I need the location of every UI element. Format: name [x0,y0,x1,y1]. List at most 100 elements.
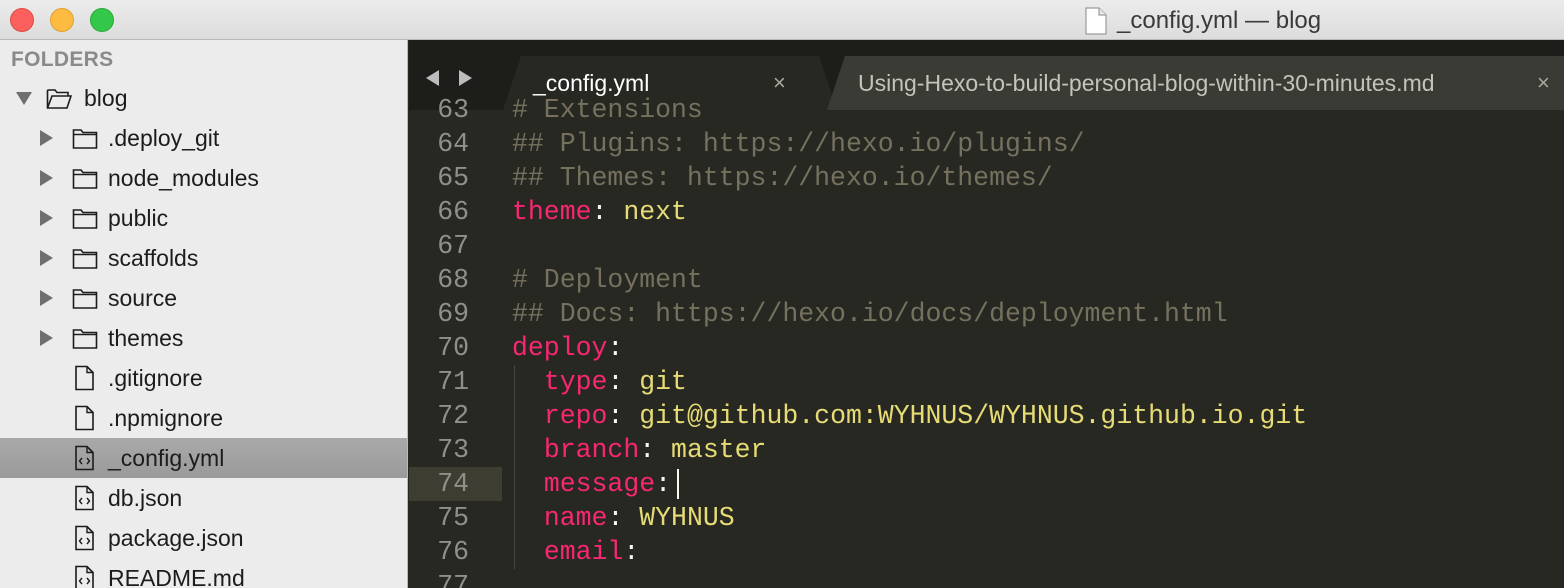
line-number: 74 [437,469,469,499]
token-key: deploy [512,333,608,363]
code-area[interactable]: 63 # Extensions 64 ## Plugins: https://hexo… [409,95,1564,588]
line-number: 65 [437,163,469,193]
line-number: 76 [437,537,469,567]
token-punct [512,469,544,499]
code-line[interactable]: 73 branch: master [409,433,1564,467]
code-line[interactable]: 74 message: [409,467,1564,501]
code-line[interactable]: 68 # Deployment [409,263,1564,297]
title-bar: _config.yml — blog [0,0,1564,40]
token-key: type [543,367,608,397]
token-value: next [623,197,687,227]
token-value: master [671,435,767,465]
minimize-window-button[interactable] [50,8,74,32]
tree-item-readme-md[interactable]: README.md [0,558,407,588]
line-number: 75 [437,503,469,533]
tree-item-deploy-git[interactable]: .deploy_git [0,118,407,158]
tree-item-config-yml[interactable]: _config.yml [0,438,407,478]
disclosure-right-icon[interactable] [40,210,53,226]
line-content: ## Plugins: https://hexo.io/plugins/ [512,127,1085,161]
disclosure-right-icon[interactable] [40,290,53,306]
line-content: # Deployment [512,263,703,297]
tree-item-label: README.md [108,564,245,588]
token-punct: : [607,503,640,533]
tree-root-blog[interactable]: blog [0,78,407,118]
disclosure-right-icon[interactable] [40,170,53,186]
code-line[interactable]: 71 type: git [409,365,1564,399]
code-line[interactable]: 77 [409,569,1564,588]
code-line[interactable]: 67 [409,229,1564,263]
token-punct [512,401,544,431]
tree-item-label: themes [108,324,184,351]
token-key: email [543,537,624,567]
code-line[interactable]: 63 # Extensions [409,93,1564,127]
line-content: ## Themes: https://hexo.io/themes/ [512,161,1053,195]
line-number: 70 [437,333,469,363]
code-line[interactable]: 76 email: [409,535,1564,569]
line-number: 67 [437,231,469,261]
code-file-icon [75,445,94,471]
tree-item-package-json[interactable]: package.json [0,518,407,558]
line-number: 72 [437,401,469,431]
line-content: # Extensions [512,93,703,127]
code-line[interactable]: 69 ## Docs: https://hexo.io/docs/deployme… [409,297,1564,331]
tree-item-label: .deploy_git [108,124,220,151]
window-title-text: _config.yml — blog [1117,7,1322,34]
line-content: type: git [512,365,687,399]
back-arrow-icon[interactable] [426,70,439,86]
tree-item-scaffolds[interactable]: scaffolds [0,238,407,278]
code-line[interactable]: 70 deploy: [409,331,1564,365]
tree-item-npmignore[interactable]: .npmignore [0,398,407,438]
token-key: message [543,469,656,499]
line-number: 63 [437,95,469,125]
tree-item-gitignore[interactable]: .gitignore [0,358,407,398]
folder-icon [72,289,98,309]
disclosure-right-icon[interactable] [40,250,53,266]
code-line[interactable]: 72 repo: git@github.com:WYHNUS/WYHNUS.gi… [409,399,1564,433]
tree-item-label: scaffolds [108,244,199,271]
line-content: branch: master [512,433,767,467]
token-punct [512,503,544,533]
token-value: git@github.com:WYHNUS/WYHNUS.github.io.g… [639,401,1308,431]
line-content: deploy: [512,331,623,365]
line-content: theme: next [512,195,687,229]
tree-item-db-json[interactable]: db.json [0,478,407,518]
tree-item-themes[interactable]: themes [0,318,407,358]
tree-item-label: source [108,284,178,311]
indent-guide [514,365,515,569]
token-key: name [543,503,608,533]
code-line[interactable]: 65 ## Themes: https://hexo.io/themes/ [409,161,1564,195]
text-cursor [677,469,680,499]
code-line[interactable]: 66 theme: next [409,195,1564,229]
tree-item-public[interactable]: public [0,198,407,238]
code-file-icon [75,525,94,551]
line-content: ## Docs: https://hexo.io/docs/deployment… [512,297,1228,331]
tree-item-label: blog [84,84,128,111]
zoom-window-button[interactable] [90,8,114,32]
code-line[interactable]: 64 ## Plugins: https://hexo.io/plugins/ [409,127,1564,161]
tree-item-label: public [108,204,169,231]
editor-pane[interactable]: _config.yml × Using-Hexo-to-build-person… [409,40,1564,588]
forward-arrow-icon[interactable] [459,70,472,86]
close-window-button[interactable] [10,8,34,32]
tree-item-source[interactable]: source [0,278,407,318]
tree-item-label: node_modules [108,164,259,191]
code-file-icon [75,485,94,511]
token-key: branch [543,435,640,465]
disclosure-down-icon[interactable] [16,92,32,105]
sidebar: FOLDERS blog .deploy_git node_modules publi… [0,40,408,588]
code-line[interactable]: 75 name: WYHNUS [409,501,1564,535]
token-value: WYHNUS [639,503,735,533]
token-value: git [639,367,687,397]
token-punct: : [639,435,672,465]
tree-item-label: _config.yml [108,444,225,471]
token-comment: ## Plugins: https://hexo.io/plugins/ [512,129,1085,159]
line-number: 66 [437,197,469,227]
tree-item-label: .npmignore [108,404,224,431]
folder-icon [72,329,98,349]
tree-item-node-modules[interactable]: node_modules [0,158,407,198]
token-punct: : [607,367,640,397]
disclosure-right-icon[interactable] [40,330,53,346]
folder-icon [72,209,98,229]
disclosure-right-icon[interactable] [40,130,53,146]
file-icon [75,365,94,391]
